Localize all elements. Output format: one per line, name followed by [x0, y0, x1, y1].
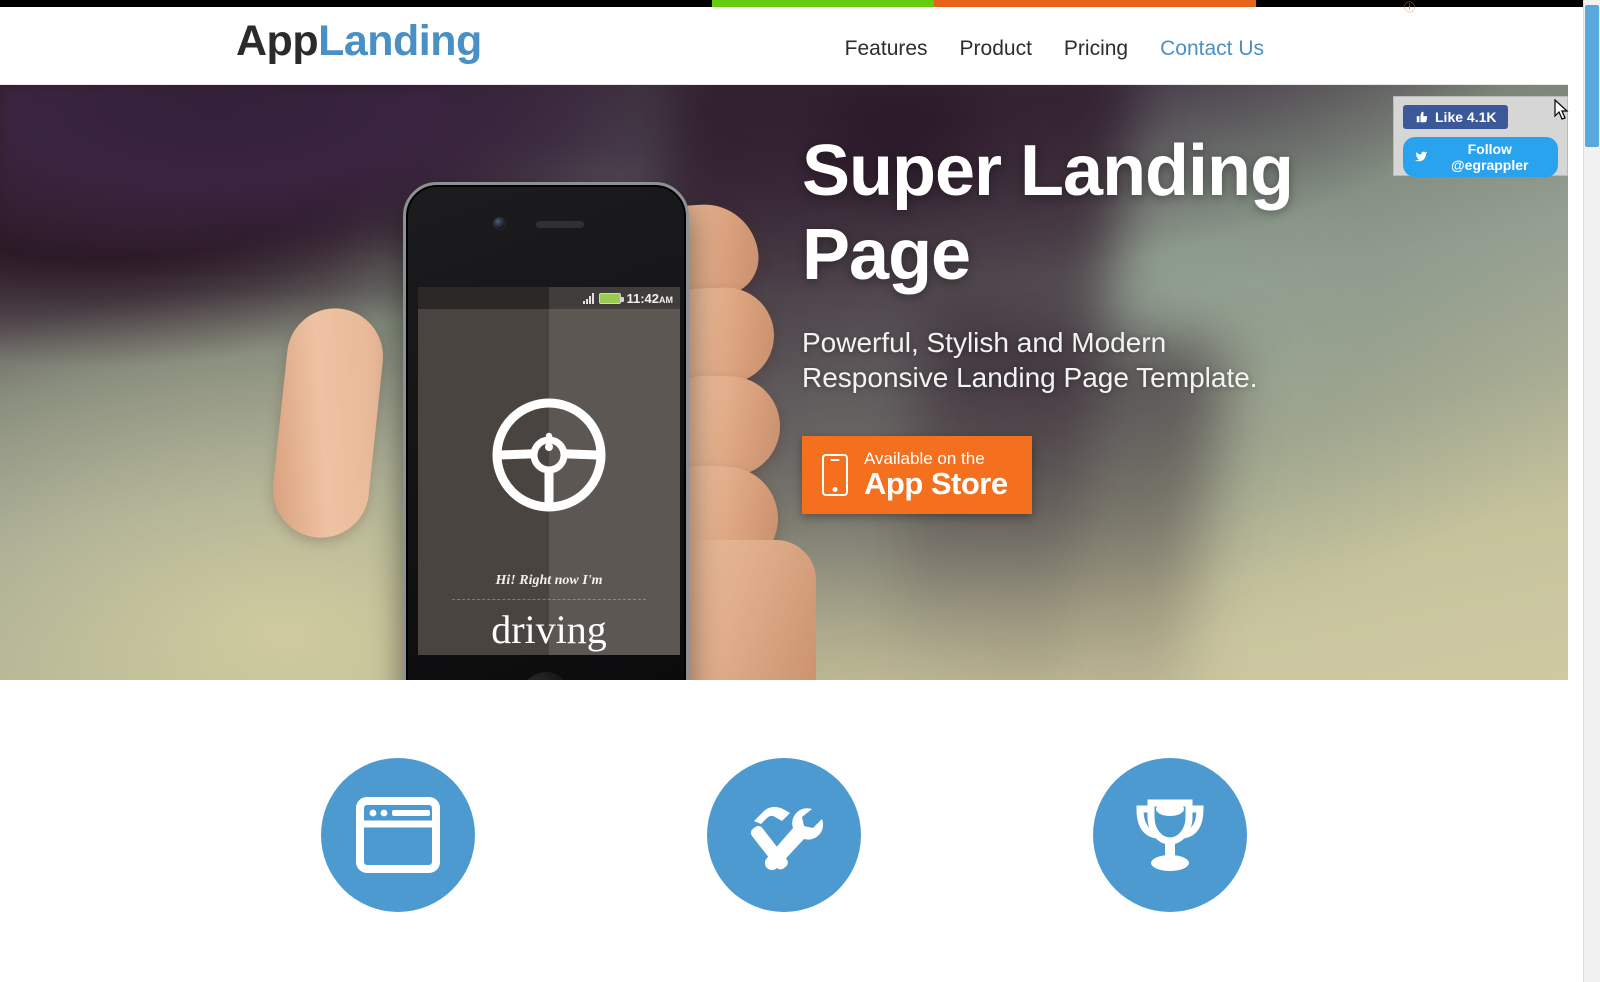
feature-item-2[interactable] — [634, 758, 934, 940]
logo-text-landing: Landing — [318, 17, 482, 65]
phone-screen: 11:42AM Hi! Right now I'm driving — [418, 287, 680, 655]
mouse-cursor-icon — [1554, 99, 1569, 120]
app-store-button-text: Available on the App Store — [864, 448, 1008, 501]
strip-segment-orange — [934, 0, 1256, 7]
strip-segment-black-right — [1256, 0, 1586, 7]
feature-item-3[interactable] — [1020, 758, 1320, 940]
screen-glare-overlay — [549, 287, 680, 655]
nav-item-features[interactable]: Features — [829, 37, 944, 61]
app-store-button[interactable]: Available on the App Store — [802, 435, 1032, 515]
twitter-bird-icon — [1415, 151, 1428, 162]
feature-icon-circle — [707, 758, 861, 912]
hero-subtitle-line-2: Responsive Landing Page Template. — [802, 362, 1258, 394]
app-store-small-label: Available on the — [864, 448, 985, 468]
top-partial-glyph: ⓘ — [1404, 2, 1415, 14]
logo-text-app: App — [236, 17, 319, 65]
strip-segment-black-left — [0, 0, 712, 7]
earpiece-speaker-icon — [536, 221, 584, 228]
nav-item-contact-us[interactable]: Contact Us — [1144, 37, 1280, 61]
phone-icon — [822, 454, 848, 496]
feature-icon-circle — [1093, 758, 1247, 912]
facebook-like-label: Like 4.1K — [1435, 109, 1497, 125]
hero-title-line-2: Page — [802, 214, 971, 295]
page-root: ⓘ AppLanding Features Product Pricing Co… — [0, 0, 1600, 982]
vertical-scrollbar-thumb[interactable] — [1585, 5, 1599, 147]
vertical-scrollbar-track[interactable] — [1583, 0, 1600, 982]
feature-item-1[interactable] — [248, 758, 548, 940]
hero-subtitle: Powerful, Stylish and Modern Responsive … — [802, 325, 1422, 396]
page-right-margin — [1568, 7, 1583, 982]
site-logo[interactable]: AppLanding — [236, 20, 482, 63]
nav-item-pricing[interactable]: Pricing — [1048, 37, 1144, 61]
feature-icon-circle — [321, 758, 475, 912]
front-camera-icon — [494, 218, 505, 229]
smartphone-mockup: 11:42AM Hi! Right now I'm driving — [403, 182, 689, 680]
strip-segment-green — [712, 0, 934, 7]
facebook-like-button[interactable]: Like 4.1K — [1403, 105, 1509, 129]
browser-top-strip — [0, 0, 1600, 7]
hero-section: 11:42AM Hi! Right now I'm driving Super … — [0, 85, 1568, 680]
site-header: AppLanding Features Product Pricing Cont… — [0, 7, 1568, 85]
hero-subtitle-line-1: Powerful, Stylish and Modern — [802, 327, 1167, 359]
twitter-follow-button[interactable]: Follow @egrappler — [1403, 137, 1558, 177]
hero-copy: Super Landing Page Powerful, Stylish and… — [802, 130, 1422, 515]
app-store-big-label: App Store — [864, 465, 1008, 501]
home-button-icon[interactable] — [521, 672, 571, 680]
main-navigation: Features Product Pricing Contact Us — [829, 37, 1280, 61]
hammer-wrench-icon — [750, 806, 824, 871]
thumbs-up-icon — [1416, 111, 1428, 123]
trophy-icon — [1136, 799, 1204, 871]
social-widget-panel: Like 4.1K Follow @egrappler — [1393, 96, 1568, 177]
hero-title-line-1: Super Landing — [802, 131, 1294, 211]
nav-item-product[interactable]: Product — [944, 37, 1048, 61]
features-row — [248, 758, 1320, 940]
features-section — [0, 680, 1568, 982]
hero-title: Super Landing Page — [802, 130, 1422, 297]
twitter-follow-label: Follow @egrappler — [1451, 141, 1529, 173]
browser-window-icon — [356, 797, 440, 873]
